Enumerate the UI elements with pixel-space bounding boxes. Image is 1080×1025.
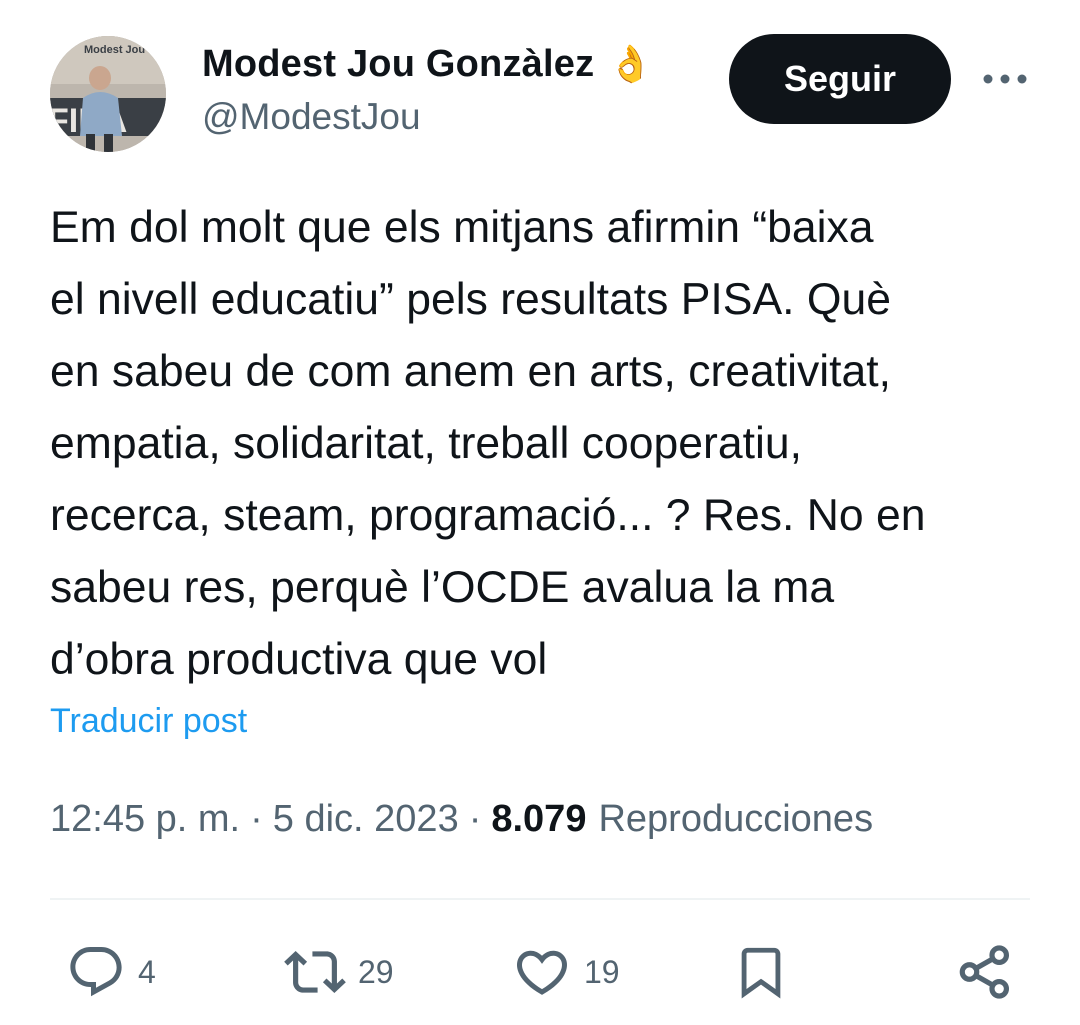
views-count: 8.079 bbox=[491, 798, 587, 840]
reply-icon bbox=[70, 947, 122, 997]
tweet-date[interactable]: 5 dic. 2023 bbox=[273, 798, 459, 841]
views-label: Reproducciones bbox=[598, 798, 874, 840]
reply-button[interactable]: 4 bbox=[66, 940, 156, 1004]
ok-hand-emoji: 👌 bbox=[608, 43, 654, 84]
retweet-count: 29 bbox=[358, 953, 394, 990]
tweet-time[interactable]: 12:45 p. m. bbox=[50, 798, 240, 841]
display-name[interactable]: Modest Jou Gonzàlez bbox=[202, 43, 594, 86]
bookmark-icon bbox=[741, 947, 781, 999]
heart-icon bbox=[516, 950, 568, 995]
more-options-button[interactable] bbox=[980, 54, 1030, 104]
avatar-image: Modest Jou FIDA bbox=[50, 36, 166, 152]
action-bar: 4 29 19 bbox=[0, 940, 1080, 1004]
tweet-text: Em dol molt que els mitjans afirmin “bai… bbox=[50, 203, 926, 684]
share-icon bbox=[959, 945, 1010, 999]
translate-post-link[interactable]: Traducir post bbox=[50, 702, 247, 741]
avatar-caption: Modest Jou bbox=[84, 44, 145, 56]
reply-count: 4 bbox=[138, 953, 156, 990]
avatar[interactable]: Modest Jou FIDA bbox=[50, 36, 166, 152]
more-horizontal-icon bbox=[983, 74, 1027, 84]
retweet-button[interactable]: 29 bbox=[284, 940, 394, 1004]
like-button[interactable]: 19 bbox=[512, 940, 620, 1004]
meta-separator: · bbox=[468, 798, 482, 840]
tweet-metadata: 12:45 p. m. · 5 dic. 2023 · 8.079 Reprod… bbox=[50, 798, 873, 841]
display-name-row: Modest Jou Gonzàlez 👌 bbox=[202, 40, 653, 88]
follow-button[interactable]: Seguir bbox=[729, 34, 951, 124]
retweet-icon bbox=[284, 951, 346, 993]
meta-separator: · bbox=[250, 798, 263, 840]
author-block: Modest Jou Gonzàlez 👌 @ModestJou bbox=[202, 40, 653, 138]
like-count: 19 bbox=[584, 953, 620, 990]
share-button[interactable] bbox=[954, 940, 1016, 1004]
divider bbox=[50, 898, 1030, 900]
user-handle[interactable]: @ModestJou bbox=[202, 96, 653, 138]
bookmark-button[interactable] bbox=[732, 940, 790, 1004]
